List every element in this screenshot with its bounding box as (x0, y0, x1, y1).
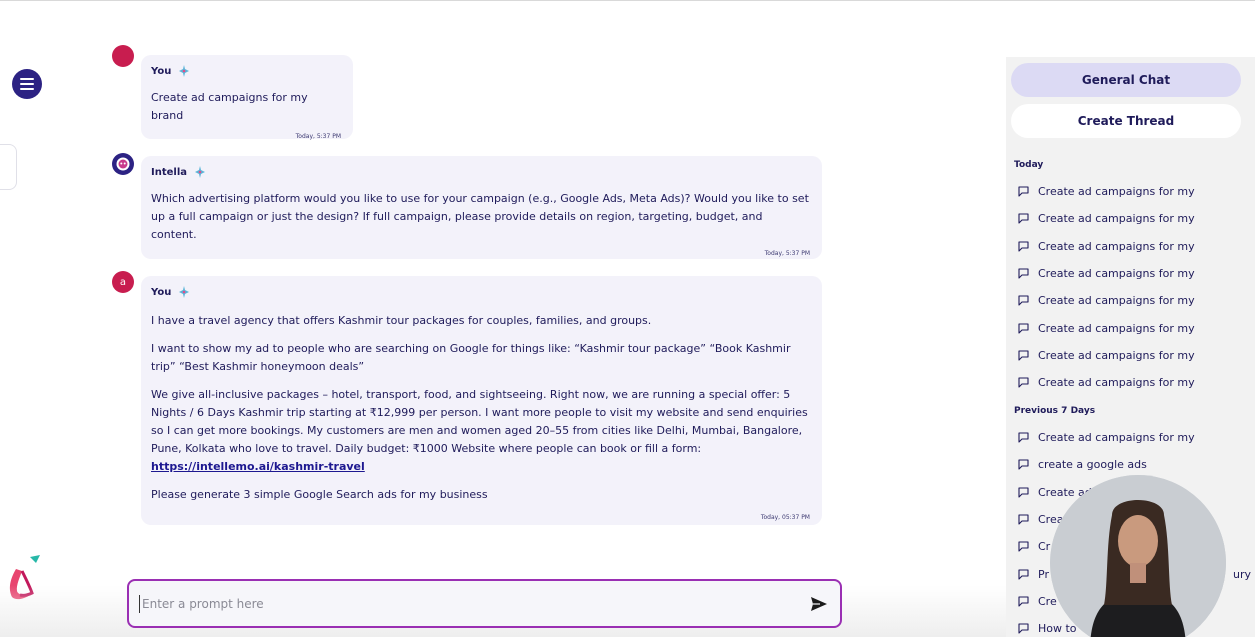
message-timestamp: Today, 5:37 PM (295, 133, 341, 140)
message-paragraph: I have a travel agency that offers Kashm… (151, 314, 652, 327)
sender-name: You (151, 286, 172, 298)
message-timestamp: Today, 5:37 PM (764, 250, 810, 257)
chat-bubble-icon (1018, 322, 1029, 334)
hamburger-icon (20, 78, 34, 90)
thread-item-label: How to (1038, 622, 1077, 636)
chat-bubble-icon (1018, 459, 1029, 470)
menu-button[interactable] (12, 69, 42, 99)
message-bubble: You Create ad campaigns for my brand Tod… (141, 55, 353, 140)
message-paragraph: Please generate 3 simple Google Search a… (151, 488, 488, 501)
chat-bubble-icon (1018, 186, 1029, 197)
user-avatar: a (112, 271, 134, 293)
app-window: You Create ad campaigns for my brand Tod… (0, 0, 1255, 637)
today-heading: Today (1014, 160, 1044, 170)
thread-item-label: create a google ads (1038, 458, 1147, 472)
sender-name: You (151, 65, 172, 77)
thread-item-label: Create ad campaigns for my (1038, 212, 1195, 226)
message-paragraph: I want to show my ad to people who are s… (151, 342, 791, 373)
thread-item[interactable]: Create ad campaigns for my (1018, 240, 1195, 253)
thread-item[interactable]: Create ad campaigns for my (1018, 376, 1195, 389)
thread-item[interactable]: Create ad campaigns for my (1018, 294, 1195, 307)
message-bubble: Intella Which advertising platform would… (141, 156, 822, 259)
thread-item[interactable]: Create ad campaigns for my (1018, 349, 1195, 362)
send-arrow-icon[interactable] (810, 596, 828, 612)
sparkle-icon (195, 166, 206, 178)
collapse-handle[interactable] (0, 144, 17, 190)
thread-item-label: Cr (1038, 540, 1051, 554)
chat-bubble-icon (1018, 350, 1029, 361)
bot-avatar (112, 153, 134, 175)
presenter-image (1050, 475, 1226, 637)
thread-item-label: Create ad campaigns for my (1038, 348, 1195, 362)
thread-item[interactable]: Crea (1018, 513, 1063, 526)
presenter-video-overlay (1050, 475, 1226, 637)
chat-bubble-icon (1018, 623, 1029, 634)
brand-logo (9, 555, 40, 600)
user-avatar (112, 45, 134, 67)
general-chat-button[interactable]: General Chat (1011, 63, 1241, 97)
thread-item-label: Cre (1038, 594, 1057, 608)
create-thread-button[interactable]: Create Thread (1011, 104, 1241, 138)
thread-item[interactable]: Create ad campaigns for my (1018, 267, 1195, 280)
chat-bubble-icon (1018, 568, 1029, 580)
thread-item-label: Pr (1038, 567, 1049, 581)
thread-item-label: Create ad campaigns for my (1038, 321, 1195, 335)
chat-bubble-icon (1018, 377, 1029, 388)
chat-bubble-icon (1018, 541, 1029, 552)
chat-bubble-icon (1018, 432, 1029, 443)
message-sender: Intella (151, 166, 810, 178)
thread-item-label: Create ad campaigns for my (1038, 239, 1195, 253)
thread-item[interactable]: Cre (1018, 595, 1057, 608)
thread-item[interactable]: Create ad campaigns for my (1018, 431, 1195, 444)
sparkle-icon (179, 286, 190, 298)
sender-name: Intella (151, 166, 188, 178)
prompt-bar (127, 579, 842, 628)
previous-7-days-heading: Previous 7 Days (1014, 406, 1096, 416)
chat-bubble-icon (1018, 295, 1029, 306)
chat-bubble-icon (1018, 213, 1029, 224)
message-sender: You (151, 65, 341, 77)
chat-bubble-icon (1018, 596, 1029, 607)
chat-bubble-icon (1018, 268, 1029, 279)
message-text: Which advertising platform would you lik… (151, 192, 809, 241)
message-text: I have a travel agency that offers Kashm… (151, 312, 810, 504)
thread-item-label: Create ad campaigns for my (1038, 294, 1195, 308)
chat-bubble-icon (1018, 514, 1029, 525)
message-timestamp: Today, 05:37 PM (760, 514, 810, 521)
website-link[interactable]: https://intellemo.ai/kashmir-travel (151, 460, 365, 473)
message-bubble: You I have a travel agency that offers K… (141, 276, 822, 525)
thread-item[interactable]: Pr (1018, 568, 1049, 581)
message-text: Create ad campaigns for my brand (151, 91, 308, 122)
prompt-input[interactable] (139, 594, 802, 613)
thread-item[interactable]: How to (1018, 622, 1077, 635)
bot-face-icon (116, 157, 130, 171)
message-paragraph: We give all-inclusive packages – hotel, … (151, 388, 808, 455)
thread-item-label: Create ad campaigns for my (1038, 185, 1195, 198)
thread-item-label: Create ad campaigns for my (1038, 431, 1195, 444)
thread-item-partial-text: ury (1233, 568, 1252, 581)
sparkle-icon (179, 65, 190, 77)
chat-bubble-icon (1018, 241, 1029, 252)
message-sender: You (151, 286, 810, 298)
thread-item[interactable]: Create ad campaigns for my (1018, 322, 1195, 335)
thread-item-label: Create ad campaigns for my (1038, 376, 1195, 390)
thread-item[interactable]: Cr (1018, 540, 1050, 553)
thread-item[interactable]: create a google ads (1018, 458, 1147, 471)
chat-bubble-icon (1018, 487, 1029, 498)
thread-item[interactable]: Create ad campaigns for my (1018, 185, 1195, 198)
thread-item-label: Create ad campaigns for my (1038, 266, 1195, 280)
thread-item[interactable]: Create ad campaigns for my (1018, 212, 1195, 225)
